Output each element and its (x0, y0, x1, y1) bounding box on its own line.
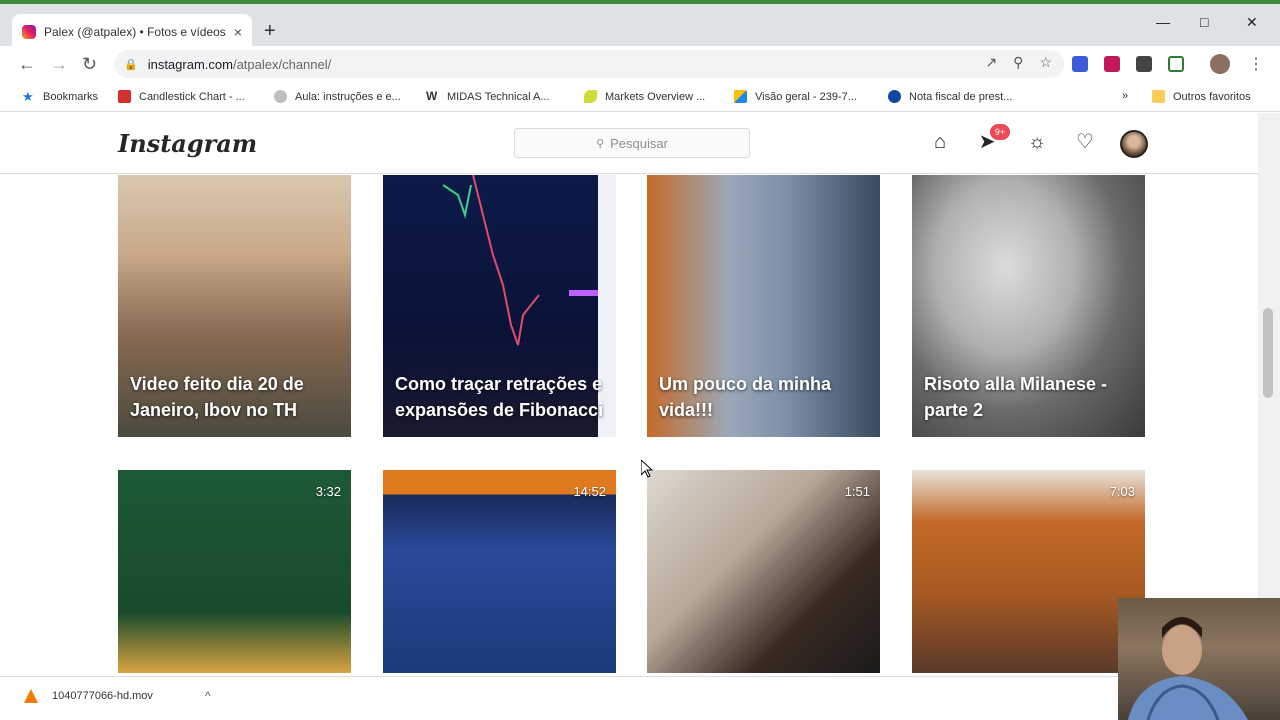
bookmark-label: Bookmarks (43, 90, 99, 103)
bookmark-label: Markets Overview ... (605, 90, 706, 103)
star-icon: ★ (22, 89, 34, 104)
google-ads-icon (734, 90, 747, 103)
star-icon[interactable]: ☆ (1039, 54, 1052, 71)
bookmark-label: Visão geral - 239-7... (755, 90, 857, 103)
bookmark-label: Candlestick Chart - ... (139, 90, 245, 103)
forward-arrow-icon[interactable]: → (50, 54, 68, 75)
tab-title: Palex (@atpalex) • Fotos e vídeos (44, 25, 226, 39)
video-tile[interactable]: Como traçar retrações e expansões de Fib… (383, 175, 616, 437)
video-duration: 3:32 (315, 484, 341, 499)
webcam-overlay (1118, 598, 1280, 720)
minimize-icon[interactable]: — (1156, 14, 1170, 30)
instagram-header: Instagram ⚲ Pesquisar ⌂ ➤ ☼ ♡ (0, 113, 1258, 174)
video-caption: Video feito dia 20 de Janeiro, Ibov no T… (130, 374, 304, 420)
video-tile[interactable]: Um pouco da minha vida!!! (647, 175, 880, 437)
bookmark-item[interactable]: Markets Overview ... (584, 90, 705, 103)
video-tile[interactable]: 7:03 (912, 470, 1145, 673)
bookmark-label: Nota fiscal de prest... (909, 90, 1013, 103)
profile-avatar-icon[interactable] (1210, 54, 1230, 74)
scrollbar-thumb[interactable] (1263, 308, 1273, 398)
video-tile[interactable]: 3:32 (118, 470, 351, 673)
browser-titlebar: Palex (@atpalex) • Fotos e vídeos × + — … (0, 0, 1280, 50)
vlc-cone-icon (24, 689, 38, 703)
more-menu-icon[interactable]: ⋮ (1248, 54, 1264, 74)
extension-green-icon[interactable] (1168, 56, 1184, 72)
url-host: instagram.com (147, 56, 233, 72)
bookmarks-overflow-icon[interactable]: » (1122, 90, 1128, 102)
instagram-favicon-icon (22, 25, 36, 39)
video-tile[interactable]: 1:51 (647, 470, 880, 673)
video-caption: Como traçar retrações e expansões de Fib… (395, 374, 604, 420)
bookmarks-bar: ★ Bookmarks Candlestick Chart - ... Aula… (0, 82, 1280, 112)
bookmark-label: MIDAS Technical A... (447, 90, 550, 103)
profile-avatar[interactable] (1120, 130, 1148, 158)
mouse-cursor-icon (641, 460, 653, 478)
url-path: /atpalex/channel/ (232, 56, 332, 72)
browser-tab[interactable]: Palex (@atpalex) • Fotos e vídeos × (12, 14, 252, 50)
candlestick-favicon-icon (118, 90, 131, 103)
search-input[interactable]: ⚲ Pesquisar (514, 128, 750, 158)
bookmark-label: Aula: instruções e e... (295, 90, 401, 103)
video-duration: 1:51 (844, 484, 870, 499)
explore-compass-icon[interactable]: ☼ (1024, 129, 1050, 155)
address-bar[interactable]: 🔒 instagram.com /atpalex/channel/ ↗ ⚲ ☆ (114, 50, 1064, 78)
bookmark-label: Outros favoritos (1173, 90, 1251, 103)
new-tab-button[interactable]: + (264, 20, 276, 43)
other-bookmarks-folder[interactable]: Outros favoritos (1152, 90, 1251, 103)
video-tile[interactable]: Video feito dia 20 de Janeiro, Ibov no T… (118, 175, 351, 437)
instagram-logo[interactable]: Instagram (118, 129, 257, 158)
lock-icon: 🔒 (124, 58, 138, 71)
video-duration: 7:03 (1109, 484, 1135, 499)
downloads-bar: 1040777066-hd.mov ^ (0, 676, 1280, 720)
extension-dark-icon[interactable] (1136, 56, 1152, 72)
bookmark-item[interactable]: Aula: instruções e e... (274, 90, 401, 103)
tab-close-icon[interactable]: × (234, 24, 242, 40)
extension-calendar-icon[interactable] (1072, 56, 1088, 72)
home-icon[interactable]: ⌂ (927, 129, 953, 155)
bookmark-item[interactable]: W MIDAS Technical A... (426, 90, 550, 103)
globe-icon (274, 90, 287, 103)
video-tile[interactable]: 14:52 (383, 470, 616, 673)
nota-fiscal-icon (888, 90, 901, 103)
bookmark-item[interactable]: Nota fiscal de prest... (888, 90, 1012, 103)
download-filename: 1040777066-hd.mov (52, 690, 153, 702)
reload-icon[interactable]: ↻ (82, 54, 97, 75)
folder-icon (1152, 90, 1165, 103)
activity-heart-icon[interactable]: ♡ (1072, 129, 1098, 155)
search-icon: ⚲ (596, 137, 605, 150)
address-toolbar: ← → ↻ 🔒 instagram.com /atpalex/channel/ … (0, 46, 1280, 82)
back-arrow-icon[interactable]: ← (18, 54, 36, 75)
video-caption: Risoto alla Milanese - parte 2 (924, 374, 1108, 420)
bookmark-item[interactable]: ★ Bookmarks (22, 90, 98, 103)
bookmark-item[interactable]: Visão geral - 239-7... (734, 90, 857, 103)
video-tile[interactable]: Risoto alla Milanese - parte 2 (912, 175, 1145, 437)
leaf-icon (584, 90, 597, 103)
wikipedia-icon: W (426, 89, 438, 103)
video-duration: 14:52 (573, 484, 606, 499)
notification-badge: 9+ (990, 124, 1010, 140)
search-placeholder: Pesquisar (610, 135, 668, 151)
bookmark-item[interactable]: Candlestick Chart - ... (118, 90, 245, 103)
close-window-icon[interactable]: ✕ (1246, 14, 1258, 31)
open-in-app-icon[interactable]: ↗ (985, 54, 997, 71)
maximize-icon[interactable]: □ (1200, 14, 1208, 30)
presenter-video-icon (1128, 617, 1248, 720)
video-caption: Um pouco da minha vida!!! (659, 374, 832, 420)
extension-red-icon[interactable] (1104, 56, 1120, 72)
zoom-icon[interactable]: ⚲ (1013, 54, 1023, 71)
download-options-chevron-icon[interactable]: ^ (205, 689, 211, 703)
download-item[interactable]: 1040777066-hd.mov (24, 689, 153, 703)
